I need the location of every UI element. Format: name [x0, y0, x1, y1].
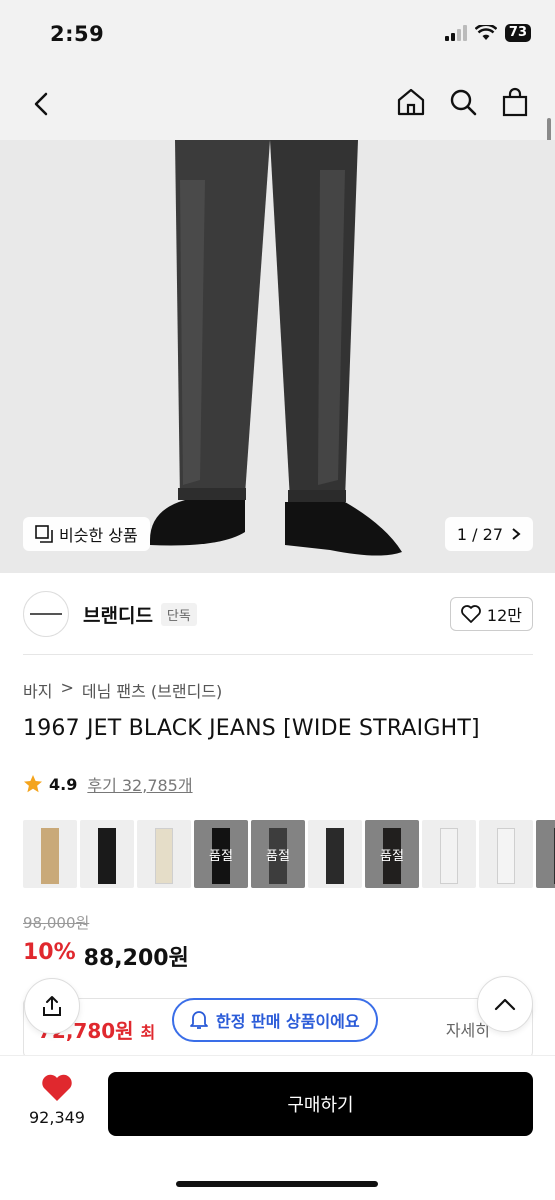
bag-icon[interactable]	[499, 86, 531, 118]
color-swatch	[497, 828, 515, 884]
soldout-overlay: 품	[536, 820, 555, 888]
copy-icon	[35, 525, 53, 543]
color-swatch	[440, 828, 458, 884]
breadcrumb: 바지 > 데님 팬츠 (브랜디드)	[23, 678, 222, 702]
similar-products-label: 비슷한 상품	[59, 526, 138, 545]
color-option[interactable]: 품절	[194, 820, 248, 888]
wishlist-count: 92,349	[29, 1108, 85, 1127]
buy-button[interactable]: 구매하기	[108, 1072, 533, 1136]
color-option[interactable]	[137, 820, 191, 888]
nav-bar	[0, 68, 555, 140]
breadcrumb-item[interactable]: 바지	[23, 678, 52, 702]
share-icon	[43, 996, 61, 1016]
status-bar: 2:59 73	[0, 0, 555, 68]
color-option[interactable]	[308, 820, 362, 888]
heart-filled-icon	[42, 1074, 72, 1101]
color-option[interactable]: 품절	[251, 820, 305, 888]
discount-rate: 10%	[23, 940, 76, 965]
home-indicator	[176, 1181, 378, 1187]
chevron-right-icon	[512, 528, 521, 540]
brand-logo[interactable]	[23, 591, 69, 637]
bottom-bar: 92,349 구매하기	[0, 1055, 555, 1200]
bell-icon	[190, 1011, 208, 1029]
wishlist-button[interactable]: 92,349	[22, 1074, 92, 1127]
share-button[interactable]	[24, 978, 80, 1034]
brand-like-button[interactable]: 12만	[449, 597, 533, 631]
heart-outline-icon	[461, 605, 481, 623]
search-icon[interactable]	[447, 86, 479, 118]
brand-like-count: 12만	[486, 606, 522, 625]
rating-score: 4.9	[49, 774, 78, 794]
product-photo	[0, 140, 555, 573]
price-row: 10% 88,200원	[23, 940, 189, 972]
soldout-overlay: 품절	[251, 820, 305, 888]
color-swatch	[326, 828, 344, 884]
color-option[interactable]	[23, 820, 77, 888]
home-icon[interactable]	[395, 86, 427, 118]
product-image[interactable]: 비슷한 상품 1 / 27	[0, 140, 555, 573]
battery-icon: 73	[504, 24, 531, 42]
brand-name[interactable]: 브랜디드	[83, 601, 153, 628]
image-counter[interactable]: 1 / 27	[444, 517, 533, 551]
color-option[interactable]: 품	[536, 820, 555, 888]
color-swatch	[155, 828, 173, 884]
color-swatch	[98, 828, 116, 884]
color-option[interactable]	[422, 820, 476, 888]
chevron-left-icon[interactable]	[28, 90, 56, 118]
image-counter-text: 1 / 27	[456, 524, 503, 544]
color-options: 품절품절품절품	[23, 820, 555, 888]
brand-row: 브랜디드 단독 12만	[23, 588, 533, 640]
status-time: 2:59	[50, 22, 105, 46]
similar-products-button[interactable]: 비슷한 상품	[23, 517, 150, 551]
color-swatch	[41, 828, 59, 884]
signal-icon	[444, 25, 467, 41]
breadcrumb-separator: >	[60, 678, 74, 697]
breadcrumb-item[interactable]: 데님 팬츠 (브랜디드)	[82, 678, 222, 702]
limited-sale-pill[interactable]: 한정 판매 상품이에요	[172, 998, 378, 1042]
color-option[interactable]	[80, 820, 134, 888]
nav-actions	[395, 86, 531, 118]
status-icons: 73	[444, 24, 531, 42]
sale-price: 88,200원	[83, 946, 189, 971]
limited-sale-label: 한정 판매 상품이에요	[216, 1012, 360, 1031]
scroll-top-button[interactable]	[477, 976, 533, 1032]
brand-tag: 단독	[160, 602, 197, 626]
color-option[interactable]: 품절	[365, 820, 419, 888]
soldout-overlay: 품절	[194, 820, 248, 888]
star-icon	[24, 775, 42, 793]
divider	[23, 654, 533, 655]
product-title: 1967 JET BLACK JEANS [WIDE STRAIGHT]	[23, 716, 480, 741]
chevron-up-icon	[494, 998, 516, 1011]
rating-row: 4.9 후기 32,785개	[23, 772, 193, 796]
review-link[interactable]: 후기 32,785개	[87, 772, 192, 796]
wifi-icon	[474, 25, 497, 40]
color-option[interactable]	[479, 820, 533, 888]
soldout-overlay: 품절	[365, 820, 419, 888]
original-price: 98,000원	[23, 914, 90, 932]
